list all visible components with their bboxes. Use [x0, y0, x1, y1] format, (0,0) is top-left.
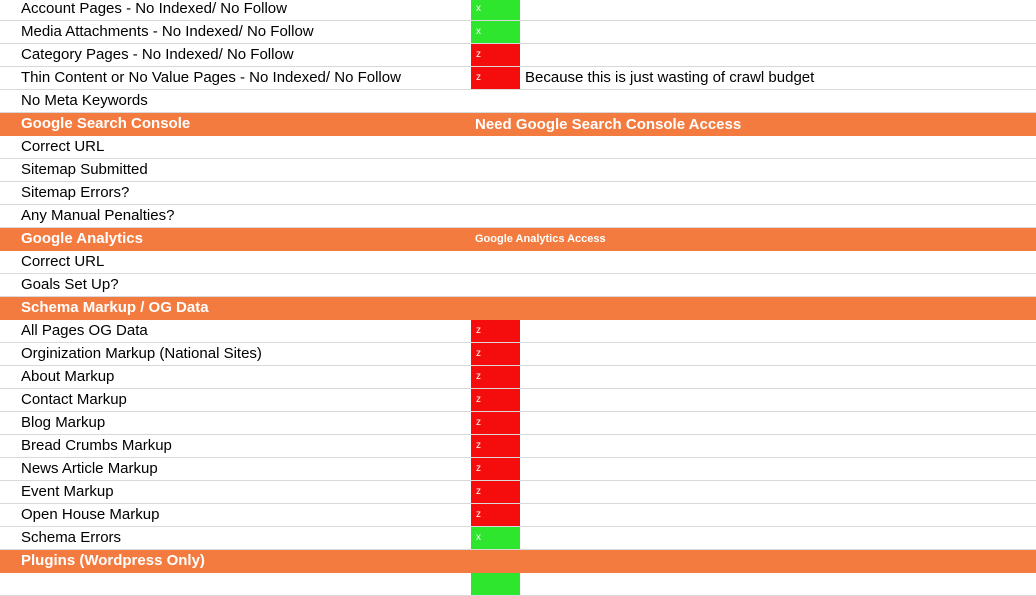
row-label[interactable]: No Meta Keywords — [21, 90, 471, 112]
section-title[interactable]: Schema Markup / OG Data — [21, 297, 471, 319]
section-header-row[interactable]: Google Analytics Google Analytics Access — [0, 228, 1036, 251]
row-label[interactable]: Schema Errors — [21, 527, 471, 549]
status-cell-fail[interactable]: z — [471, 435, 520, 457]
status-cell-fail[interactable]: z — [471, 389, 520, 411]
table-row[interactable]: Correct URL — [0, 136, 1036, 159]
status-cell-pass[interactable]: x — [471, 21, 520, 43]
row-label[interactable]: Any Manual Penalties? — [21, 205, 471, 227]
row-label[interactable] — [21, 573, 471, 595]
row-label[interactable]: Blog Markup — [21, 412, 471, 434]
status-cell-fail[interactable]: z — [471, 366, 520, 388]
table-row[interactable]: Media Attachments - No Indexed/ No Follo… — [0, 21, 1036, 44]
row-label[interactable]: Media Attachments - No Indexed/ No Follo… — [21, 21, 471, 43]
table-row[interactable]: Open House Markup z — [0, 504, 1036, 527]
section-header-row[interactable]: Google Search Console Need Google Search … — [0, 113, 1036, 136]
section-title[interactable]: Google Analytics — [21, 228, 471, 250]
row-label[interactable]: Bread Crumbs Markup — [21, 435, 471, 457]
table-row[interactable]: No Meta Keywords — [0, 90, 1036, 113]
table-row[interactable]: Contact Markup z — [0, 389, 1036, 412]
row-label[interactable]: Goals Set Up? — [21, 274, 471, 296]
row-label[interactable]: Sitemap Submitted — [21, 159, 471, 181]
row-label[interactable]: Orginization Markup (National Sites) — [21, 343, 471, 365]
table-row[interactable]: Account Pages - No Indexed/ No Follow x — [0, 0, 1036, 21]
status-cell-fail[interactable]: z — [471, 504, 520, 526]
row-label[interactable]: Thin Content or No Value Pages - No Inde… — [21, 67, 471, 89]
status-cell-fail[interactable]: z — [471, 481, 520, 503]
table-row[interactable]: Sitemap Submitted — [0, 159, 1036, 182]
row-note[interactable]: Because this is just wasting of crawl bu… — [525, 67, 814, 89]
row-label[interactable]: Account Pages - No Indexed/ No Follow — [21, 0, 471, 20]
table-row[interactable]: All Pages OG Data z — [0, 320, 1036, 343]
table-row[interactable] — [0, 573, 1036, 596]
row-label[interactable]: Contact Markup — [21, 389, 471, 411]
table-row[interactable]: Category Pages - No Indexed/ No Follow z — [0, 44, 1036, 67]
section-note[interactable]: Need Google Search Console Access — [475, 113, 741, 136]
status-cell-fail[interactable]: z — [471, 67, 520, 89]
row-label[interactable]: Open House Markup — [21, 504, 471, 526]
section-title[interactable]: Plugins (Wordpress Only) — [21, 550, 471, 572]
section-header-row[interactable]: Plugins (Wordpress Only) — [0, 550, 1036, 573]
table-row[interactable]: About Markup z — [0, 366, 1036, 389]
status-cell-pass[interactable] — [471, 573, 520, 595]
table-row[interactable]: Bread Crumbs Markup z — [0, 435, 1036, 458]
status-cell-pass[interactable]: x — [471, 527, 520, 549]
row-label[interactable]: Sitemap Errors? — [21, 182, 471, 204]
table-row[interactable]: Orginization Markup (National Sites) z — [0, 343, 1036, 366]
status-cell-fail[interactable]: z — [471, 412, 520, 434]
row-label[interactable]: About Markup — [21, 366, 471, 388]
status-cell-fail[interactable]: z — [471, 343, 520, 365]
row-label[interactable]: Correct URL — [21, 251, 471, 273]
section-header-row[interactable]: Schema Markup / OG Data — [0, 297, 1036, 320]
section-note[interactable]: Google Analytics Access — [475, 228, 606, 251]
table-row[interactable]: Thin Content or No Value Pages - No Inde… — [0, 67, 1036, 90]
row-label[interactable]: News Article Markup — [21, 458, 471, 480]
spreadsheet-grid: Account Pages - No Indexed/ No Follow x Me… — [0, 0, 1036, 596]
row-label[interactable]: Category Pages - No Indexed/ No Follow — [21, 44, 471, 66]
table-row[interactable]: Correct URL — [0, 251, 1036, 274]
table-row[interactable]: Sitemap Errors? — [0, 182, 1036, 205]
status-cell-fail[interactable]: z — [471, 44, 520, 66]
table-row[interactable]: Blog Markup z — [0, 412, 1036, 435]
status-cell-fail[interactable]: z — [471, 458, 520, 480]
table-row[interactable]: Schema Errors x — [0, 527, 1036, 550]
section-title[interactable]: Google Search Console — [21, 113, 471, 135]
row-label[interactable]: All Pages OG Data — [21, 320, 471, 342]
table-row[interactable]: News Article Markup z — [0, 458, 1036, 481]
status-cell-pass[interactable]: x — [471, 0, 520, 20]
table-row[interactable]: Goals Set Up? — [0, 274, 1036, 297]
table-row[interactable]: Event Markup z — [0, 481, 1036, 504]
table-row[interactable]: Any Manual Penalties? — [0, 205, 1036, 228]
row-label[interactable]: Event Markup — [21, 481, 471, 503]
row-label[interactable]: Correct URL — [21, 136, 471, 158]
status-cell-fail[interactable]: z — [471, 320, 520, 342]
